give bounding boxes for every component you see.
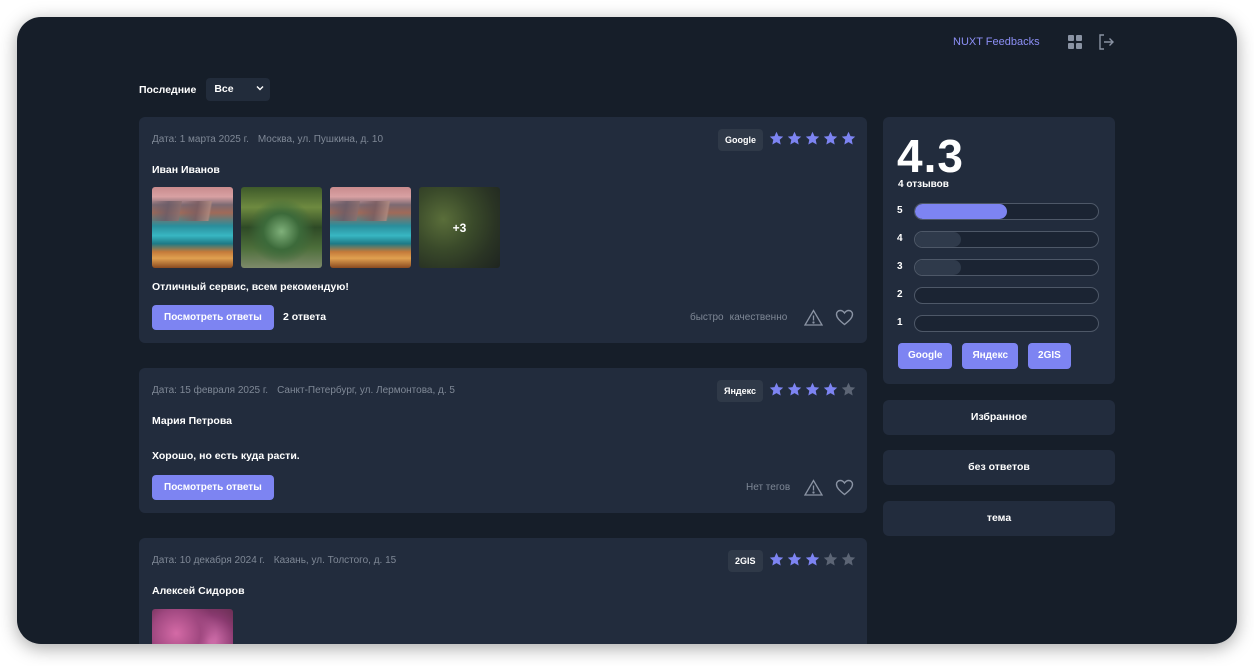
star-rating xyxy=(769,131,856,146)
review-count: 4 отзывов xyxy=(898,179,949,190)
rating-row-label: 5 xyxy=(897,205,903,216)
chevron-down-icon xyxy=(256,86,264,91)
review-address: Казань, ул. Толстого, д. 15 xyxy=(273,555,397,566)
review-photo[interactable] xyxy=(152,609,233,644)
view-answers-button[interactable]: Посмотреть ответы xyxy=(152,305,274,330)
rating-row: 2 xyxy=(897,287,1101,305)
app-window: NUXT Feedbacks Последние Все Дата: 1 мар… xyxy=(17,17,1237,644)
rating-bar-fill xyxy=(915,260,961,275)
source-button-google[interactable]: Google xyxy=(898,343,953,369)
review-address: Москва, ул. Пушкина, д. 10 xyxy=(257,134,384,145)
heart-icon[interactable] xyxy=(835,479,854,496)
star-icon xyxy=(787,382,802,396)
more-photos-count: +3 xyxy=(452,220,467,235)
review-meta: Дата: 10 декабря 2024 г. Казань, ул. Толс… xyxy=(152,555,396,566)
filter-select-value: Все xyxy=(214,83,234,95)
star-icon xyxy=(787,552,802,566)
review-text: Хорошо, но есть куда расти. xyxy=(152,450,300,462)
source-badge: Google xyxy=(718,129,763,151)
photo-gallery: +3 xyxy=(152,187,500,268)
review-author: Алексей Сидоров xyxy=(152,585,245,597)
source-button-yandex[interactable]: Яндекс xyxy=(962,343,1019,369)
source-button-2gis[interactable]: 2GIS xyxy=(1028,343,1071,369)
more-photos-button[interactable]: +3 xyxy=(419,187,500,268)
star-icon xyxy=(805,131,820,145)
star-icon xyxy=(787,131,802,145)
review-address: Санкт-Петербург, ул. Лермонтова, д. 5 xyxy=(277,385,455,396)
rating-bar xyxy=(914,231,1099,248)
star-icon xyxy=(769,552,784,566)
brand-link[interactable]: NUXT Feedbacks xyxy=(953,36,1040,48)
rating-bar xyxy=(914,287,1099,304)
review-tags: Нет тегов xyxy=(746,482,790,493)
rating-row-label: 3 xyxy=(897,261,903,272)
star-icon xyxy=(823,552,838,566)
tag: качественно xyxy=(729,312,788,323)
source-badge: Яндекс xyxy=(717,380,764,402)
rating-row: 3 xyxy=(897,259,1101,277)
review-photo[interactable] xyxy=(241,187,322,268)
star-icon xyxy=(805,382,820,396)
source-badge: 2GIS xyxy=(728,550,763,572)
tag: быстро xyxy=(690,312,724,323)
rating-bar-fill xyxy=(915,232,961,247)
favorites-button[interactable]: Избранное xyxy=(883,400,1115,435)
no-tags-label: Нет тегов xyxy=(746,482,791,493)
review-photo[interactable] xyxy=(330,187,411,268)
rating-bar xyxy=(914,259,1099,276)
review-card: Дата: 1 марта 2025 г. Москва, ул. Пушкина… xyxy=(139,117,867,343)
rating-bar-fill xyxy=(915,204,1007,219)
grid-icon[interactable] xyxy=(1067,34,1083,50)
top-bar: NUXT Feedbacks xyxy=(17,33,1237,53)
rating-row-label: 2 xyxy=(897,289,903,300)
logout-icon[interactable] xyxy=(1097,33,1115,51)
review-date: Дата: 1 марта 2025 г. xyxy=(152,134,249,145)
star-icon xyxy=(841,131,856,145)
review-tags: быстро качественно xyxy=(690,312,787,323)
topic-button[interactable]: тема xyxy=(883,501,1115,536)
review-meta: Дата: 15 февраля 2025 г. Санкт-Петербург,… xyxy=(152,385,455,396)
review-photo[interactable] xyxy=(152,187,233,268)
star-icon xyxy=(841,552,856,566)
filter-bar: Последние Все xyxy=(139,78,271,101)
star-icon xyxy=(823,131,838,145)
filter-label: Последние xyxy=(139,83,197,96)
answers-count: 2 ответа xyxy=(283,311,327,323)
star-rating xyxy=(769,382,856,397)
star-icon xyxy=(769,382,784,396)
rating-summary: 4.3 4 отзывов 5 4 3 2 1 Google Яндекс 2GIS xyxy=(883,117,1115,384)
rating-bar xyxy=(914,203,1099,220)
review-author: Иван Иванов xyxy=(152,164,220,176)
review-text: Отличный сервис, всем рекомендую! xyxy=(152,281,349,293)
review-author: Мария Петрова xyxy=(152,415,233,427)
review-date: Дата: 15 февраля 2025 г. xyxy=(152,385,269,396)
star-icon xyxy=(841,382,856,396)
star-icon xyxy=(823,382,838,396)
view-answers-button[interactable]: Посмотреть ответы xyxy=(152,475,274,500)
heart-icon[interactable] xyxy=(835,309,854,326)
rating-bar xyxy=(914,315,1099,332)
review-meta: Дата: 1 марта 2025 г. Москва, ул. Пушкина… xyxy=(152,134,383,145)
star-rating xyxy=(769,552,856,567)
star-icon xyxy=(805,552,820,566)
star-icon xyxy=(769,131,784,145)
rating-row: 5 xyxy=(897,203,1101,221)
review-card: Дата: 15 февраля 2025 г. Санкт-Петербург,… xyxy=(139,368,867,513)
average-rating: 4.3 xyxy=(897,130,964,182)
report-icon[interactable] xyxy=(804,309,823,326)
photo-gallery xyxy=(152,609,233,644)
report-icon[interactable] xyxy=(804,479,823,496)
source-filter-buttons: Google Яндекс 2GIS xyxy=(898,343,1071,369)
review-date: Дата: 10 декабря 2024 г. xyxy=(152,555,265,566)
no-answers-button[interactable]: без ответов xyxy=(883,450,1115,485)
review-card: Дата: 10 декабря 2024 г. Казань, ул. Толс… xyxy=(139,538,867,644)
rating-row-label: 1 xyxy=(897,317,903,328)
rating-row-label: 4 xyxy=(897,233,903,244)
rating-row: 1 xyxy=(897,315,1101,333)
filter-select[interactable]: Все xyxy=(206,78,271,101)
rating-row: 4 xyxy=(897,231,1101,249)
